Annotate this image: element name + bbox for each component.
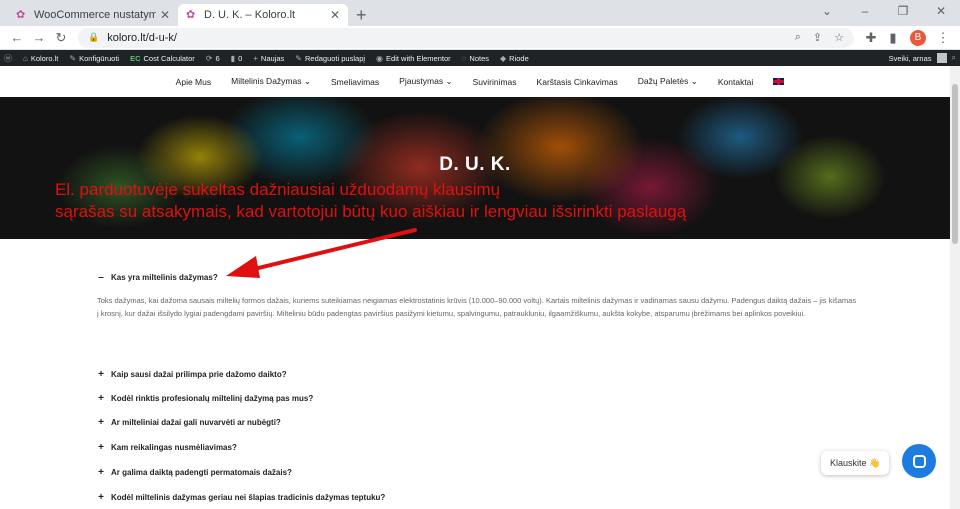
wp-customize-link[interactable]: ✎ Konfigūruoti: [69, 54, 119, 63]
nav-item-miltelinis-dazymas[interactable]: Miltelinis Dažymas ⌄: [221, 76, 321, 87]
wp-updates-link[interactable]: ⟳ 6: [206, 54, 220, 63]
annotation-text: El. parduotuvėje sukeltas dažniausiai už…: [55, 179, 686, 223]
notes-icon: ◌: [461, 53, 467, 63]
plus-icon: +: [98, 393, 104, 404]
wp-greeting[interactable]: Sveiki, arnas: [889, 54, 932, 63]
tab-close-icon[interactable]: ✕: [330, 8, 340, 22]
forward-icon[interactable]: →: [28, 30, 50, 45]
search-icon[interactable]: ⌕: [952, 53, 956, 63]
lock-icon[interactable]: 🔒: [88, 32, 99, 43]
minimize-icon[interactable]: –: [846, 0, 884, 26]
share-icon[interactable]: ⇪: [813, 31, 822, 44]
chevron-down-icon: ⌄: [445, 76, 453, 86]
language-switcher[interactable]: [763, 77, 794, 87]
faq-question-open[interactable]: – Kas yra miltelinis dažymas?: [97, 272, 218, 283]
wp-edit-page-link[interactable]: ✎ Redaguoti puslapį: [295, 54, 365, 63]
address-bar: ← → ↻ 🔒 koloro.lt/d-u-k/ ⌕ ⇪ ☆ ✚ ▮ B ⋮: [0, 26, 960, 50]
home-icon: ⌂: [23, 53, 28, 63]
nav-item-kontaktai[interactable]: Kontaktai: [708, 77, 763, 87]
plus-icon: +: [253, 53, 258, 63]
nav-item-smeliavimas[interactable]: Smeliavimas: [321, 77, 389, 87]
annotation-arrow-icon: [226, 228, 417, 278]
wp-logo-icon[interactable]: ⓦ: [4, 53, 12, 64]
restore-icon[interactable]: ❐: [884, 0, 922, 26]
site-main-nav: Apie Mus Miltelinis Dažymas ⌄ Smeliavima…: [0, 66, 960, 97]
tab-title: D. U. K. – Koloro.lt: [204, 9, 296, 21]
wp-cost-calculator-link[interactable]: EC Cost Calculator: [130, 54, 195, 63]
nav-item-dazu-paletes[interactable]: Dažų Paletės ⌄: [628, 76, 708, 87]
comment-icon: ▮: [230, 53, 236, 63]
updates-icon: ⟳: [205, 53, 213, 63]
wp-elementor-link[interactable]: ◉ Edit with Elementor: [376, 54, 451, 63]
bookmark-star-icon[interactable]: ☆: [834, 31, 844, 44]
annotation-line: sąrašas su atsakymais, kad vartotojui bū…: [55, 202, 687, 221]
chevron-down-icon: ⌄: [690, 76, 698, 86]
chevron-down-icon: ⌄: [303, 76, 311, 86]
user-avatar[interactable]: [936, 53, 947, 63]
new-tab-icon[interactable]: +: [356, 4, 367, 26]
scrollbar-thumb[interactable]: [952, 84, 958, 244]
side-panel-icon[interactable]: ▮: [882, 30, 904, 46]
page-title: D. U. K.: [439, 154, 511, 175]
plus-icon: +: [98, 417, 104, 428]
back-icon[interactable]: ←: [6, 30, 28, 45]
browser-tab-duk[interactable]: ✿ D. U. K. – Koloro.lt ✕: [178, 4, 348, 26]
annotation-line: El. parduotuvėje sukeltas dažniausiai už…: [55, 180, 501, 199]
wp-comments-link[interactable]: ▮ 0: [231, 54, 243, 63]
window-controls: ⌄ – ❐ ✕: [808, 0, 960, 26]
profile-avatar[interactable]: B: [910, 29, 926, 46]
url-field[interactable]: 🔒 koloro.lt/d-u-k/ ⌕ ⇪ ☆: [78, 27, 854, 48]
faq-question[interactable]: + Ar galima daiktą padengti permatomais …: [97, 467, 292, 478]
nav-item-suvirinimas[interactable]: Suvirinimas: [463, 77, 527, 87]
reload-icon[interactable]: ↻: [50, 30, 72, 46]
tab-title: WooCommerce nustatymai ‹ Kolo: [34, 9, 156, 21]
calculator-icon: EC: [130, 53, 141, 63]
menu-kebab-icon[interactable]: ⋮: [932, 30, 954, 46]
chat-icon: [912, 454, 926, 468]
faq-question[interactable]: + Kam reikalingas nusmėliavimas?: [97, 442, 237, 453]
browser-tab-woocommerce[interactable]: ✿ WooCommerce nustatymai ‹ Kolo ✕: [8, 4, 178, 26]
site-favicon-icon: ✿: [16, 9, 26, 21]
extensions-icon[interactable]: ✚: [860, 30, 882, 46]
nav-item-karstasis-cinkavimas[interactable]: Karštasis Cinkavimas: [527, 77, 628, 87]
plus-icon: +: [98, 467, 104, 478]
brush-icon: ✎: [69, 53, 77, 63]
plus-icon: +: [98, 369, 104, 380]
elementor-icon: ◉: [376, 53, 384, 63]
wp-new-link[interactable]: + Naujas: [253, 54, 284, 63]
page-scrollbar[interactable]: [950, 66, 960, 509]
tab-close-icon[interactable]: ✕: [160, 8, 170, 22]
wp-site-link[interactable]: ⌂ Koloro.lt: [23, 54, 58, 63]
faq-question[interactable]: + Ar milteliniai dažai gali nuvarvėti ar…: [97, 417, 281, 428]
url-text: koloro.lt/d-u-k/: [107, 31, 177, 44]
wp-riode-link[interactable]: ◆ Riode: [500, 54, 529, 63]
hero-banner: D. U. K. El. parduotuvėje sukeltas dažni…: [0, 97, 950, 239]
plus-icon: +: [98, 442, 104, 453]
close-window-icon[interactable]: ✕: [922, 0, 960, 26]
uk-flag-icon: [773, 77, 785, 85]
nav-item-pjaustymas[interactable]: Pjaustymas ⌄: [389, 76, 462, 87]
minus-icon: –: [98, 272, 104, 283]
faq-question[interactable]: + Kodėl rinktis profesionalų miltelinį d…: [97, 393, 313, 404]
faq-answer: Toks dažymas, kai dažoma sausais milteli…: [97, 296, 857, 318]
chat-open-button[interactable]: [902, 444, 936, 478]
wp-admin-bar: ⓦ ⌂ Koloro.lt ✎ Konfigūruoti EC Cost Calcul…: [0, 50, 960, 66]
browser-tabstrip: ✿ WooCommerce nustatymai ‹ Kolo ✕ ✿ D. U…: [0, 0, 960, 26]
tab-search-icon[interactable]: ⌄: [808, 0, 846, 26]
pencil-icon: ✎: [295, 53, 302, 63]
faq-question[interactable]: + Kaip sausi dažai prilimpa prie dažomo …: [97, 369, 287, 380]
plus-icon: +: [98, 492, 104, 503]
nav-item-apie-mus[interactable]: Apie Mus: [166, 77, 221, 87]
riode-icon: ◆: [500, 53, 507, 63]
chat-prompt-bubble[interactable]: Klauskite 👋: [821, 451, 890, 475]
zoom-icon[interactable]: ⌕: [795, 31, 801, 44]
faq-question[interactable]: + Kodėl miltelinis dažymas geriau nei šl…: [97, 492, 385, 503]
wp-notes-link[interactable]: ◌ Notes: [462, 54, 489, 63]
site-favicon-icon: ✿: [186, 9, 196, 21]
